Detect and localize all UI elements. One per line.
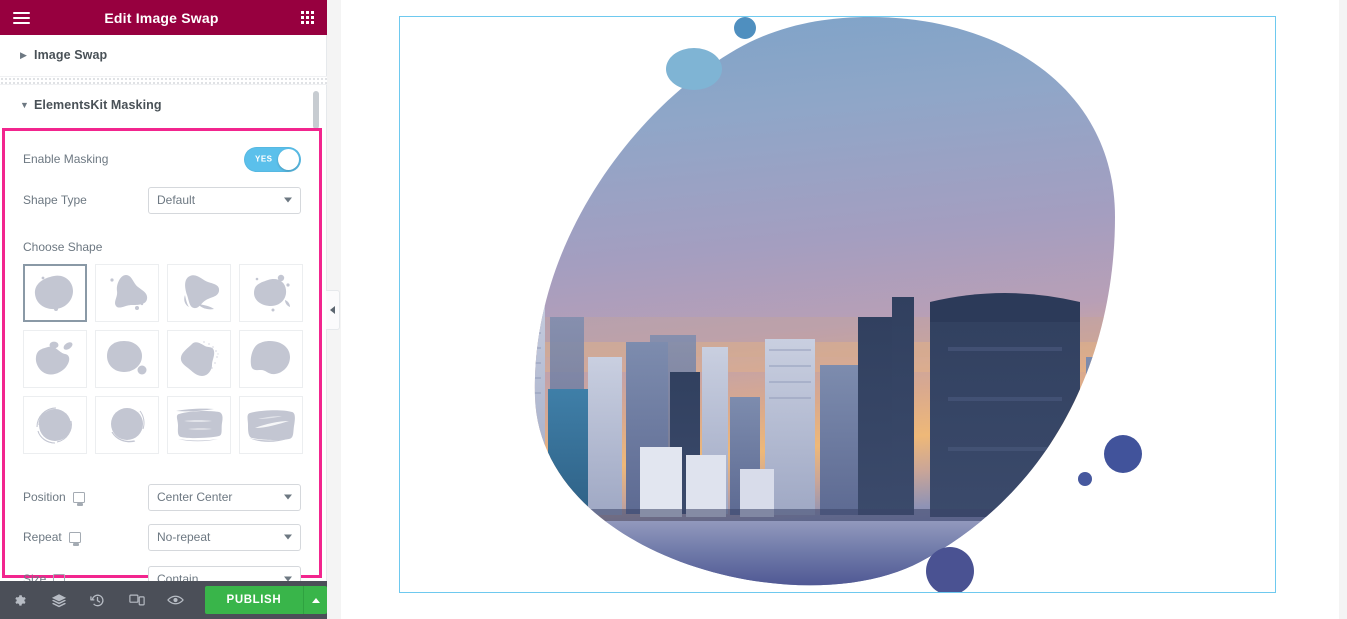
shape-option-blob-splash-4[interactable] — [239, 264, 303, 322]
section-image-swap-label: Image Swap — [34, 48, 108, 62]
position-label-wrap: Position — [23, 490, 148, 506]
section-elementskit-masking[interactable]: ▼ ElementsKit Masking — [0, 85, 326, 126]
section-divider — [0, 76, 327, 85]
toggle-knob — [278, 148, 299, 170]
elementor-editor-screen: Edit Image Swap ▶ Image Swap ▼ ElementsK… — [0, 0, 1347, 619]
row-repeat: Repeat No-repeat — [5, 516, 319, 558]
shape-option-blob-drop-6[interactable] — [95, 330, 159, 388]
repeat-label-wrap: Repeat — [23, 530, 148, 546]
editor-canvas — [327, 0, 1347, 619]
chevron-right-icon: ▶ — [20, 49, 27, 60]
masked-photo — [534, 17, 1115, 586]
section-elementskit-masking-label: ElementsKit Masking — [34, 98, 162, 112]
shape-option-blob-triangle-2[interactable] — [95, 264, 159, 322]
decor-circle-top-large — [666, 48, 722, 90]
enable-masking-label: Enable Masking — [23, 152, 109, 166]
position-select[interactable]: Center Center — [148, 483, 301, 511]
shape-type-select[interactable]: Default — [148, 186, 301, 214]
canvas-section-wrapper[interactable] — [399, 16, 1276, 593]
shape-option-circle-brush-10[interactable] — [95, 396, 159, 454]
shape-type-value: Default — [157, 193, 196, 207]
toggle-yes-text: YES — [255, 154, 273, 164]
masked-image-widget[interactable] — [400, 17, 1275, 592]
shape-option-blob-fan-3[interactable] — [167, 264, 231, 322]
panel-header: Edit Image Swap — [0, 0, 327, 35]
position-label: Position — [23, 490, 66, 504]
canvas-right-scrollbar-area[interactable] — [1339, 0, 1347, 619]
section-image-swap[interactable]: ▶ Image Swap — [0, 35, 326, 76]
history-icon[interactable] — [78, 581, 117, 619]
shape-picker-grid — [5, 264, 319, 454]
desktop-monitor-icon[interactable] — [68, 531, 81, 546]
shape-option-blob-wave-8[interactable] — [239, 330, 303, 388]
editor-sidebar-panel: Edit Image Swap ▶ Image Swap ▼ ElementsK… — [0, 0, 327, 619]
choose-shape-label: Choose Shape — [23, 240, 103, 254]
decor-circle-top-small — [734, 17, 756, 39]
row-position: Position Center Center — [5, 478, 319, 516]
chevron-down-icon — [284, 494, 292, 500]
chevron-left-icon — [330, 306, 335, 314]
repeat-label: Repeat — [23, 530, 62, 544]
desktop-monitor-icon[interactable] — [72, 491, 85, 506]
repeat-value: No-repeat — [157, 530, 211, 544]
panel-collapse-handle[interactable] — [326, 290, 340, 330]
publish-options-caret[interactable] — [303, 586, 327, 614]
navigator-layers-icon[interactable] — [39, 581, 78, 619]
shape-type-label: Shape Type — [23, 193, 87, 207]
enable-masking-toggle[interactable]: YES — [244, 146, 301, 172]
shape-option-blob-bean-5[interactable] — [23, 330, 87, 388]
shape-option-brush-stroke-11[interactable] — [167, 396, 231, 454]
shape-option-circle-sketch-9[interactable] — [23, 396, 87, 454]
editor-bottom-toolbar: PUBLISH — [0, 581, 327, 619]
preview-eye-icon[interactable] — [156, 581, 195, 619]
publish-button[interactable]: PUBLISH — [204, 586, 304, 614]
shape-option-brush-swipe-12[interactable] — [239, 396, 303, 454]
masking-controls-group: Enable Masking YES Shape Type Default Ch… — [2, 128, 322, 593]
chevron-down-icon: ▼ — [20, 99, 29, 110]
repeat-select[interactable]: No-repeat — [148, 523, 301, 551]
chevron-down-icon — [284, 197, 292, 203]
shape-option-blob-noise-7[interactable] — [167, 330, 231, 388]
decor-circle-right-small — [1078, 472, 1092, 486]
position-value: Center Center — [157, 490, 233, 504]
decor-circle-right-large — [1104, 435, 1142, 473]
shape-option-blob-rounded-1[interactable] — [23, 264, 87, 322]
panel-title: Edit Image Swap — [104, 9, 219, 26]
responsive-mode-icon[interactable] — [117, 581, 156, 619]
settings-icon[interactable] — [0, 581, 39, 619]
panel-scrollbar-thumb[interactable] — [313, 91, 319, 129]
row-enable-masking: Enable Masking YES — [5, 137, 319, 181]
row-shape-type: Shape Type Default — [5, 181, 319, 219]
grid-apps-icon[interactable] — [287, 0, 327, 35]
chevron-down-icon — [284, 534, 292, 540]
